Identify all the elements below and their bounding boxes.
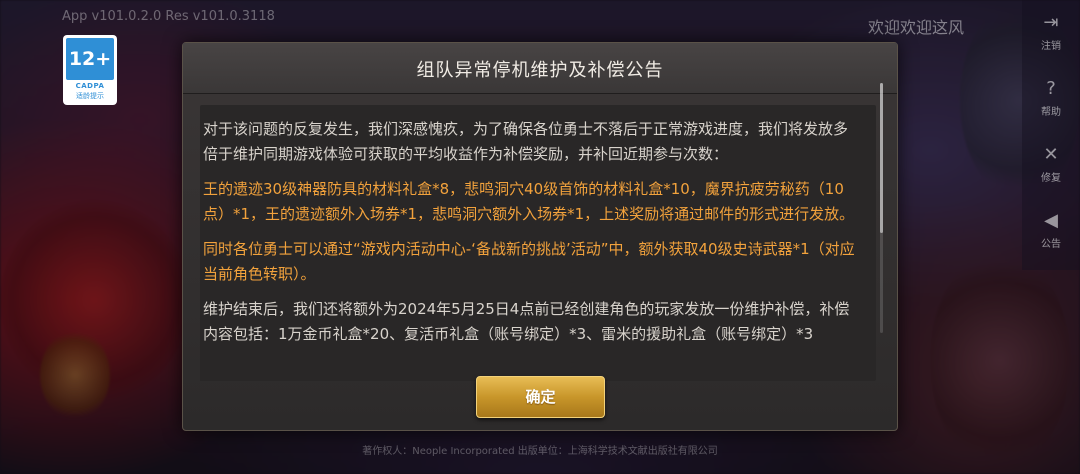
age-rating-org: CADPA	[75, 82, 105, 90]
side-item-label: 修复	[1041, 173, 1061, 184]
age-rating: 12+	[66, 38, 114, 80]
announcement-icon: ◀	[1044, 210, 1058, 231]
announcement-paragraph-highlight: 王的遗迹30级神器防具的材料礼盒*8，悲鸣洞穴40级首饰的材料礼盒*10，魔界抗…	[203, 180, 855, 223]
side-item-label: 公告	[1041, 239, 1061, 250]
announcement-paragraph: 对于该问题的反复发生，我们深感愧疚，为了确保各位勇士不落后于正常游戏进度，我们将…	[203, 120, 849, 163]
age-rating-badge: 12+ CADPA 适龄提示	[63, 35, 117, 105]
scrollbar-thumb[interactable]	[880, 83, 883, 233]
confirm-button[interactable]: 确定	[476, 376, 605, 418]
side-item-label: 注销	[1041, 41, 1061, 52]
age-rating-note: 适龄提示	[76, 92, 104, 100]
side-item-help[interactable]: ? 帮助	[1022, 78, 1080, 118]
version-info: App v101.0.2.0 Res v101.0.3118	[62, 9, 275, 24]
side-item-repair[interactable]: ✕ 修复	[1022, 144, 1080, 184]
repair-icon: ✕	[1043, 144, 1059, 165]
side-item-label: 帮助	[1041, 107, 1061, 118]
dialog-title: 组队异常停机维护及补偿公告	[416, 60, 664, 81]
scrollbar[interactable]	[880, 83, 883, 333]
announcement-dialog: 组队异常停机维护及补偿公告 对于该问题的反复发生，我们深感愧疚，为了确保各位勇士…	[182, 42, 898, 431]
announcement-paragraph: 维护结束后，我们还将额外为2024年5月25日4点前已经创建角色的玩家发放一份维…	[203, 300, 850, 343]
logout-icon: ⇥	[1043, 12, 1059, 33]
help-icon: ?	[1046, 78, 1056, 99]
side-item-announcement[interactable]: ◀ 公告	[1022, 210, 1080, 250]
side-item-logout[interactable]: ⇥ 注销	[1022, 12, 1080, 52]
announcement-content[interactable]: 对于该问题的反复发生，我们深感愧疚，为了确保各位勇士不落后于正常游戏进度，我们将…	[200, 105, 876, 381]
announcement-scroll-area[interactable]: 对于该问题的反复发生，我们深感愧疚，为了确保各位勇士不落后于正常游戏进度，我们将…	[203, 117, 857, 367]
copyright-text: 著作权人：Neople Incorporated 出版单位：上海科学技术文献出版…	[362, 446, 718, 457]
welcome-text: 欢迎欢迎这风	[868, 18, 965, 37]
side-menu: ⇥ 注销 ? 帮助 ✕ 修复 ◀ 公告	[1022, 0, 1080, 270]
announcement-paragraph-highlight: 同时各位勇士可以通过“游戏内活动中心-‘备战新的挑战’活动”中，额外获取40级史…	[203, 240, 855, 283]
dialog-header: 组队异常停机维护及补偿公告	[183, 43, 897, 94]
